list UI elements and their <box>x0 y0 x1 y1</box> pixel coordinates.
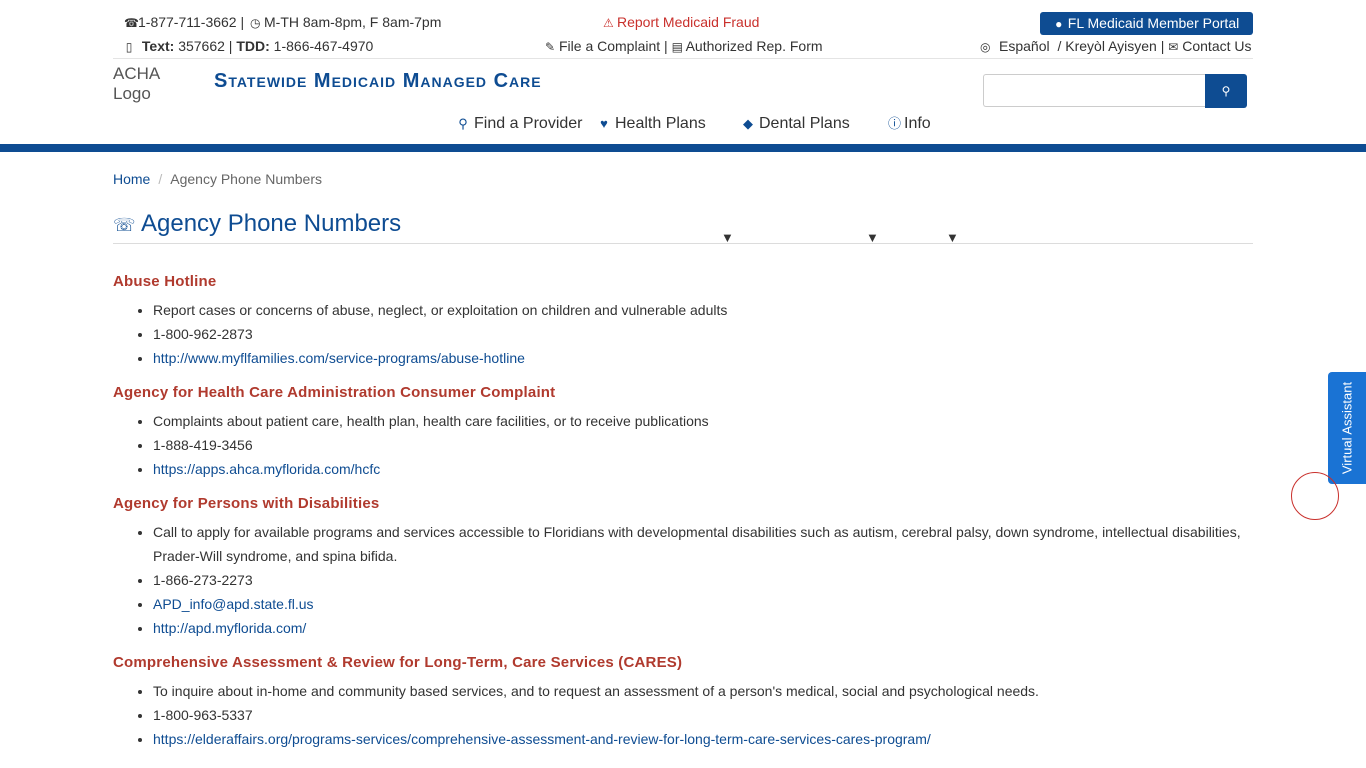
breadcrumb-home[interactable]: Home <box>113 171 150 187</box>
header-band <box>0 144 1366 152</box>
search-icon: ⚲ <box>1221 84 1231 98</box>
nav-dental-plans[interactable]: ◆ Dental Plans <box>743 114 850 134</box>
breadcrumb-separator: / <box>158 171 163 187</box>
list-item: To inquire about in-home and community b… <box>153 679 1253 703</box>
report-fraud-link[interactable]: ⚠ Report Medicaid Fraud <box>603 14 759 31</box>
chevron-down-icon[interactable]: ▼ <box>946 228 959 248</box>
list-item: https://apps.ahca.myflorida.com/hcfc <box>153 457 1253 481</box>
list-item: http://www.myflfamilies.com/service-prog… <box>153 346 1253 370</box>
list-item: 1-888-419-3456 <box>153 433 1253 457</box>
list-item: https://elderaffairs.org/programs-servic… <box>153 727 1253 751</box>
section-title: Agency for Persons with Disabilities <box>113 495 380 512</box>
globe-icon: ◎ <box>980 40 991 54</box>
tdd-label: TDD: <box>236 38 270 54</box>
phone-info: ☎1-877-711-3662 | ◷ M-TH 8am-8pm, F 8am-7… <box>124 14 441 31</box>
virtual-assistant-tab[interactable]: Virtual Assistant <box>1328 372 1366 484</box>
text-number: 357662 | <box>178 38 233 54</box>
phone-book-icon: ☏ <box>113 215 136 235</box>
page-title: ☏ Agency Phone Numbers <box>113 210 401 239</box>
resource-link[interactable]: APD_info@apd.state.fl.us <box>153 596 314 612</box>
resource-link[interactable]: https://apps.ahca.myflorida.com/hcfc <box>153 461 380 477</box>
complaint-links: ✎ File a Complaint | ▤ Authorized Rep. For… <box>545 38 823 55</box>
search-button[interactable]: ⚲ <box>1205 74 1247 108</box>
list-item: 1-800-963-5337 <box>153 703 1253 727</box>
file-complaint-link[interactable]: ✎ File a Complaint | <box>545 38 668 54</box>
resource-link[interactable]: http://www.myflfamilies.com/service-prog… <box>153 350 525 366</box>
nav-health-plans[interactable]: ♥ Health Plans <box>599 114 706 134</box>
contact-us-link[interactable]: ✉ Contact Us <box>1168 38 1251 54</box>
document-icon: ▤ <box>671 40 683 54</box>
nav-info[interactable]: ⓘ Info <box>888 114 931 134</box>
section-title: Agency for Health Care Administration Co… <box>113 384 556 401</box>
file-complaint-label: File a Complaint | <box>559 38 668 54</box>
section-title: Abuse Hotline <box>113 273 217 290</box>
section-list: Call to apply for available programs and… <box>113 520 1253 640</box>
nav-dental-plans-label: Dental Plans <box>759 115 850 132</box>
section-list: Report cases or concerns of abuse, negle… <box>113 298 1253 370</box>
list-item: APD_info@apd.state.fl.us <box>153 592 1253 616</box>
list-item: 1-800-962-2873 <box>153 322 1253 346</box>
top-divider <box>113 58 1253 59</box>
search-icon: ⚲ <box>458 116 468 131</box>
acha-logo[interactable]: ACHA Logo <box>113 64 189 104</box>
nav-find-provider[interactable]: ⚲ Find a Provider <box>458 114 583 134</box>
chat-launcher-button[interactable] <box>1291 472 1339 520</box>
list-item: Report cases or concerns of abuse, negle… <box>153 298 1253 322</box>
phone-icon: ☎ <box>124 16 139 30</box>
section-list: Complaints about patient care, health pl… <box>113 409 1253 481</box>
list-item: Complaints about patient care, health pl… <box>153 409 1253 433</box>
text-label: Text: <box>141 38 175 54</box>
resource-link[interactable]: http://apd.myflorida.com/ <box>153 620 306 636</box>
authorized-rep-label: Authorized Rep. Form <box>685 38 823 54</box>
nav-health-plans-label: Health Plans <box>615 115 706 132</box>
contact-us-label: Contact Us <box>1182 38 1252 54</box>
chevron-down-icon[interactable]: ▼ <box>721 228 734 248</box>
breadcrumb-current: Agency Phone Numbers <box>170 171 323 187</box>
phone-number: 1-877-711-3662 | <box>138 14 245 30</box>
list-item: http://apd.myflorida.com/ <box>153 616 1253 640</box>
resource-link[interactable]: https://elderaffairs.org/programs-servic… <box>153 731 931 747</box>
kreyol-link[interactable]: / Kreyòl Ayisyen | <box>1057 38 1164 54</box>
mobile-icon: ▯ <box>125 40 133 54</box>
list-item: Call to apply for available programs and… <box>153 520 1253 568</box>
title-divider <box>113 243 1253 244</box>
heart-icon: ♥ <box>600 116 608 131</box>
search-input[interactable] <box>983 74 1206 107</box>
espanol-link[interactable]: Español <box>999 38 1050 54</box>
chevron-down-icon[interactable]: ▼ <box>866 228 879 248</box>
envelope-icon: ✉ <box>1168 40 1179 54</box>
user-icon: ● <box>1055 17 1063 31</box>
content: Abuse Hotline Report cases or concerns of… <box>113 272 1253 764</box>
member-portal-label: FL Medicaid Member Portal <box>1067 15 1240 31</box>
nav-info-label: Info <box>904 115 931 132</box>
site-title[interactable]: Statewide Medicaid Managed Care <box>214 68 542 94</box>
main-nav: ⚲ Find a Provider ▼ ♥ Health Plans ◆ Dental… <box>0 114 1366 245</box>
tdd-number: 1-866-467-4970 <box>273 38 374 54</box>
section-list: To inquire about in-home and community b… <box>113 679 1253 751</box>
page-title-text: Agency Phone Numbers <box>141 210 402 237</box>
info-icon: ⓘ <box>888 116 902 131</box>
text-tdd-info: ▯ Text: 357662 | TDD: 1-866-467-4970 <box>124 38 374 55</box>
member-portal-button[interactable]: ● FL Medicaid Member Portal <box>1040 12 1253 35</box>
edit-icon: ✎ <box>545 40 556 54</box>
alert-icon: ⚠ <box>603 16 614 30</box>
nav-find-provider-label: Find a Provider <box>474 115 583 132</box>
report-fraud-label: Report Medicaid Fraud <box>617 14 760 30</box>
virtual-assistant-label: Virtual Assistant <box>1339 381 1355 475</box>
breadcrumb: Home / Agency Phone Numbers <box>113 171 322 187</box>
tooth-icon: ◆ <box>743 116 753 131</box>
section-title: Comprehensive Assessment & Review for Lo… <box>113 654 683 671</box>
authorized-rep-link[interactable]: ▤ Authorized Rep. Form <box>672 38 823 54</box>
list-item: 1-866-273-2273 <box>153 568 1253 592</box>
clock-icon: ◷ <box>250 16 261 30</box>
office-hours: M-TH 8am-8pm, F 8am-7pm <box>264 14 442 30</box>
language-contact-links: ◎ Español / Kreyòl Ayisyen | ✉ Contact Us <box>980 38 1252 55</box>
